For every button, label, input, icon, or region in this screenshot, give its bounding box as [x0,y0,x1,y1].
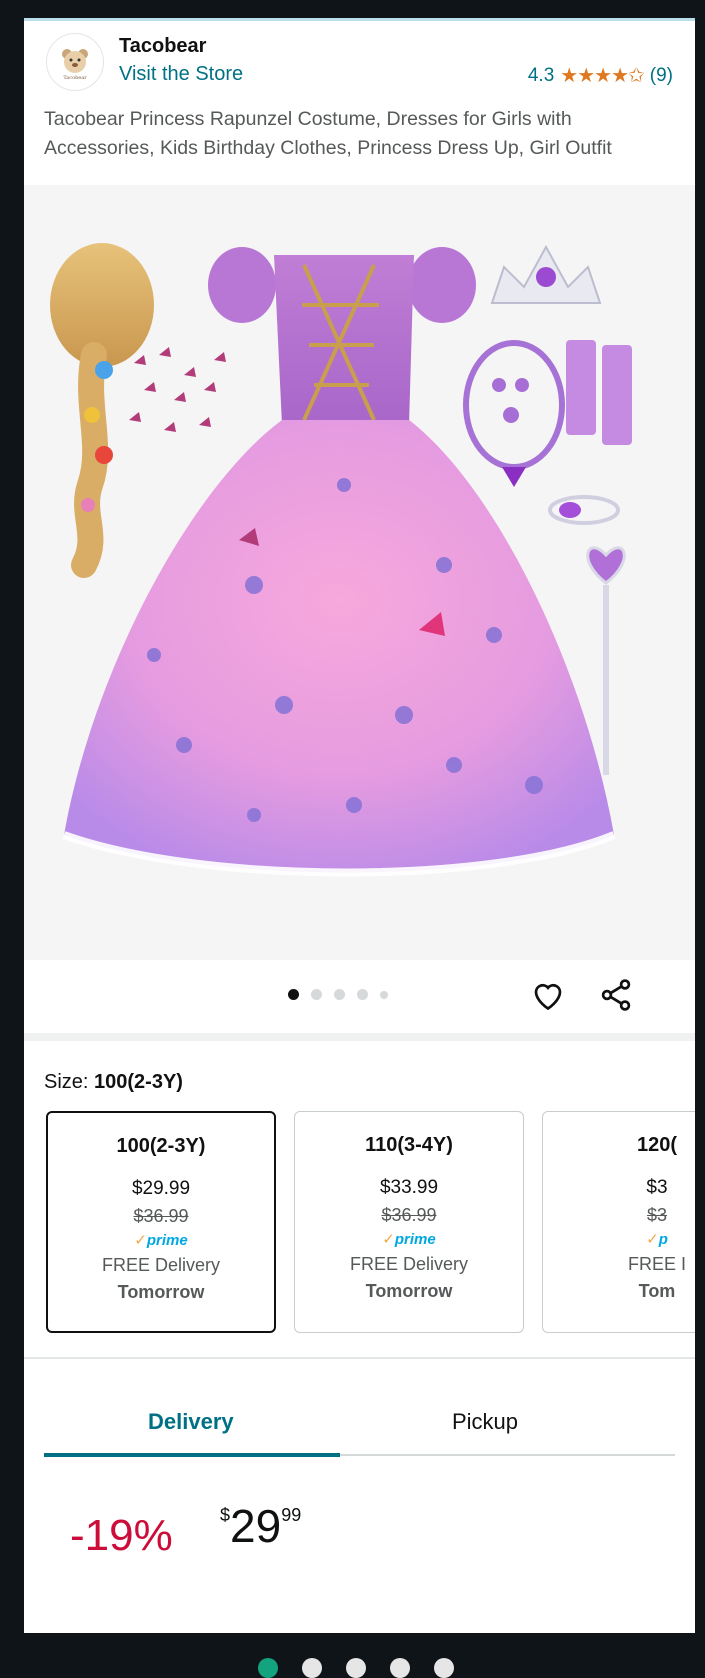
size-label: Size: 100(2-3Y) [44,1071,183,1094]
carousel-dot[interactable] [380,990,388,999]
share-icon[interactable] [598,977,634,1013]
prime-badge: ✓p [543,1230,695,1248]
check-icon: ✓ [646,1231,659,1248]
delivery-text: FREE I [627,1254,686,1274]
review-count: (9) [649,64,673,86]
screenshot-pager [258,1658,454,1678]
size-option-was-price: $36.99 [133,1206,189,1226]
pager-dot [346,1658,366,1678]
tab-delivery[interactable]: Delivery [148,1409,234,1435]
svg-text:Tacobear: Tacobear [63,75,87,81]
product-image[interactable] [24,185,695,960]
deal-price: $2999 [220,1499,301,1553]
size-option-was-price: $3 [646,1205,668,1225]
size-option-100[interactable]: 100(2-3Y) $29.99 $36.99 ✓prime FREE Deli… [46,1111,276,1333]
princess-dress-image [50,243,632,877]
prime-text: p [658,1231,668,1248]
image-controls [24,961,695,1033]
rating-value: 4.3 [527,64,555,86]
price-currency: $ [220,1505,231,1525]
prime-text: prime [146,1232,188,1249]
active-tab-indicator [44,1453,340,1457]
heart-icon[interactable] [530,977,566,1013]
delivery-date: Tom [638,1281,676,1301]
size-option-120[interactable]: 120( $3 $3 ✓p FREE I Tom [542,1111,695,1333]
delivery-text: FREE Delivery [101,1255,221,1275]
pager-dot [390,1658,410,1678]
size-option-price: $3 [646,1177,668,1198]
prime-text: prime [394,1231,436,1248]
size-label-text: Size: [44,1071,95,1093]
store-header: Tacobear Tacobear Visit the Store 4.3 ★★… [24,21,695,111]
delivery-date: Tomorrow [365,1281,453,1301]
size-option-was-price: $36.99 [381,1205,437,1225]
size-option-110[interactable]: 110(3-4Y) $33.99 $36.99 ✓prime FREE Deli… [294,1111,524,1333]
section-divider [24,1033,695,1041]
size-option-size: 120( [636,1134,678,1156]
rating-summary[interactable]: 4.3 ★★★★✩ (9) [528,63,673,88]
check-icon: ✓ [382,1231,395,1248]
price-whole: 29 [230,1500,282,1552]
carousel-dot[interactable] [334,989,345,1000]
carousel-dot[interactable] [311,989,322,1000]
carousel-dot[interactable] [288,989,299,1000]
delivery-date: Tomorrow [117,1282,205,1302]
prime-badge: ✓prime [295,1230,523,1248]
size-option-price: $29.99 [131,1178,191,1199]
size-option-size: 110(3-4Y) [365,1134,453,1156]
tab-divider [340,1454,675,1456]
pager-dot [434,1658,454,1678]
section-divider [24,1357,695,1359]
screen: Tacobear Tacobear Visit the Store 4.3 ★★… [24,18,695,1633]
image-carousel-dots[interactable] [288,989,388,1000]
carousel-dot[interactable] [357,989,368,1000]
size-option-price: $33.99 [379,1177,439,1198]
delivery-text: FREE Delivery [349,1254,469,1274]
prime-badge: ✓prime [48,1231,274,1249]
brand-name: Tacobear [119,35,207,57]
bear-logo-icon: Tacobear [62,49,88,81]
check-icon: ✓ [134,1232,147,1249]
tab-pickup[interactable]: Pickup [452,1409,518,1435]
size-option-size: 100(2-3Y) [116,1135,206,1157]
visit-store-link[interactable]: Visit the Store [119,63,243,86]
selected-size: 100(2-3Y) [94,1071,183,1093]
star-rating-icon: ★★★★✩ [560,65,644,87]
store-logo[interactable]: Tacobear [46,33,104,91]
price-fraction: 99 [281,1505,302,1525]
pager-dot [258,1658,278,1678]
product-title: Tacobear Princess Rapunzel Costume, Dres… [44,108,612,159]
discount-percent: -19% [70,1511,173,1560]
pager-dot [302,1658,322,1678]
